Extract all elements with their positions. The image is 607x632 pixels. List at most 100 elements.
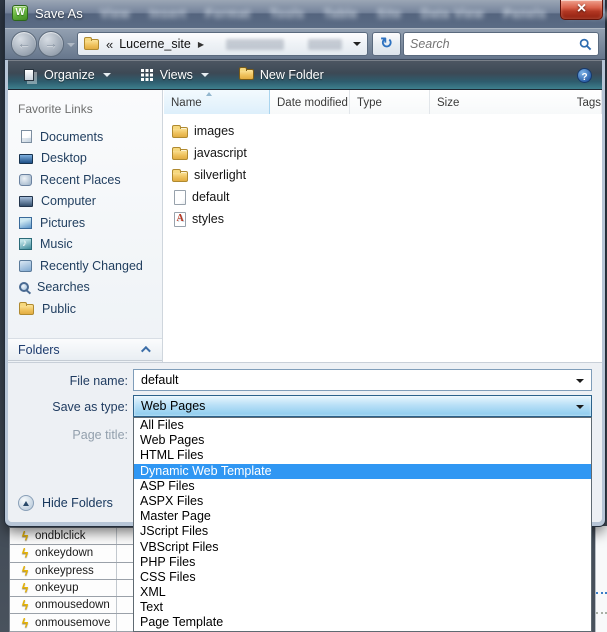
- address-dropdown-icon[interactable]: [353, 42, 361, 46]
- file-name-label: File name:: [8, 374, 128, 388]
- new-folder-button[interactable]: New Folder: [231, 63, 332, 87]
- favorite-link-label: Desktop: [41, 151, 87, 165]
- file-row[interactable]: default: [164, 186, 602, 208]
- event-property-label: onkeyup: [35, 582, 78, 594]
- favorite-link-icon: [19, 238, 32, 250]
- forward-button[interactable]: [38, 31, 64, 57]
- file-name: styles: [192, 212, 224, 226]
- file-type-option[interactable]: Web Pages: [134, 433, 591, 448]
- organize-icon: [24, 69, 34, 81]
- favorite-link-item[interactable]: Searches: [8, 277, 162, 299]
- chevron-down-icon[interactable]: [576, 379, 584, 383]
- favorite-link-label: Searches: [37, 280, 90, 294]
- event-property-row[interactable]: onmousedown: [10, 597, 135, 614]
- favorite-links-list: Documents Desktop Recent Places: [8, 126, 162, 320]
- event-property-label: onkeydown: [35, 547, 93, 559]
- file-type-option[interactable]: JScript Files: [134, 524, 591, 539]
- file-name-combobox[interactable]: default: [133, 369, 592, 391]
- favorite-link-icon: [19, 260, 32, 272]
- file-rows: images javascript silverlight: [164, 120, 602, 230]
- save-as-type-combobox[interactable]: Web Pages: [133, 395, 592, 417]
- file-type-option[interactable]: ASP Files: [134, 479, 591, 494]
- dotted-separator: [596, 592, 607, 594]
- file-row[interactable]: javascript: [164, 142, 602, 164]
- file-type-option[interactable]: Text: [134, 600, 591, 615]
- dotted-separator: [596, 612, 607, 614]
- file-name: silverlight: [194, 168, 246, 182]
- address-bar[interactable]: « Lucerne_site ▶: [77, 32, 368, 56]
- favorite-link-item[interactable]: Computer: [8, 191, 162, 213]
- background-panel-edge: [595, 526, 607, 632]
- favorite-link-item[interactable]: Recently Changed: [8, 255, 162, 277]
- breadcrumb-overflow-chevrons[interactable]: «: [106, 37, 113, 52]
- collapse-arrow-icon: [18, 495, 34, 511]
- organize-label: Organize: [44, 68, 95, 82]
- favorite-link-item[interactable]: Desktop: [8, 148, 162, 170]
- file-name: images: [194, 124, 234, 138]
- favorite-link-label: Computer: [41, 194, 96, 208]
- column-header[interactable]: Date modified: [270, 90, 350, 114]
- search-input[interactable]: [410, 37, 579, 51]
- refresh-button[interactable]: [372, 32, 401, 56]
- event-property-label: ondblclick: [35, 530, 86, 542]
- title-bar[interactable]: Save As View Insert Format Tools Table S…: [5, 0, 605, 28]
- column-header[interactable]: Size: [430, 90, 570, 114]
- event-property-row[interactable]: onkeydown: [10, 545, 135, 562]
- chevron-down-icon[interactable]: [576, 405, 584, 409]
- search-icon[interactable]: [579, 38, 592, 51]
- file-type-option[interactable]: Master Page: [134, 509, 591, 524]
- file-type-option[interactable]: Page Template: [134, 615, 591, 630]
- favorite-link-icon: [19, 304, 34, 315]
- file-type-option[interactable]: PHP Files: [134, 555, 591, 570]
- favorite-link-item[interactable]: Pictures: [8, 212, 162, 234]
- file-type-option[interactable]: XML: [134, 585, 591, 600]
- file-type-option[interactable]: CSS Files: [134, 570, 591, 585]
- favorite-link-icon: [19, 174, 32, 186]
- favorite-link-item[interactable]: Public: [8, 298, 162, 320]
- event-property-label: onmousedown: [35, 599, 110, 611]
- app-background: ondblclick onkeydown onkeypress onkeyup …: [0, 0, 607, 632]
- favorite-link-item[interactable]: Music: [8, 234, 162, 256]
- file-type-option[interactable]: HTML Files: [134, 448, 591, 463]
- folders-label: Folders: [18, 343, 60, 357]
- blurred-menu-item: Panels: [503, 7, 546, 21]
- file-row[interactable]: images: [164, 120, 602, 142]
- file-type-option[interactable]: Dynamic Web Template: [134, 464, 591, 479]
- views-label: Views: [160, 68, 193, 82]
- file-name: javascript: [194, 146, 247, 160]
- favorite-link-item[interactable]: Recent Places: [8, 169, 162, 191]
- blurred-menu-item: Format: [205, 7, 250, 21]
- breadcrumb-arrow-icon[interactable]: ▶: [198, 40, 204, 49]
- hide-folders-button[interactable]: Hide Folders: [18, 495, 113, 511]
- organize-button[interactable]: Organize: [16, 63, 119, 87]
- blurred-menu-item: Insert: [149, 7, 186, 21]
- favorite-link-icon: [21, 130, 32, 143]
- help-icon[interactable]: [577, 68, 592, 83]
- page-title-label: Page title:: [8, 428, 128, 442]
- favorite-link-icon: [19, 154, 33, 164]
- event-property-row[interactable]: onkeypress: [10, 563, 135, 580]
- event-property-row[interactable]: onkeyup: [10, 580, 135, 597]
- column-header[interactable]: Name: [164, 90, 270, 114]
- save-as-type-label: Save as type:: [8, 400, 128, 414]
- event-property-row[interactable]: onmousemove: [10, 614, 135, 631]
- favorite-link-item[interactable]: Documents: [8, 126, 162, 148]
- file-type-option[interactable]: ASPX Files: [134, 494, 591, 509]
- file-type-dropdown-list: All Files Web Pages HTML Files Dynamic W…: [133, 417, 592, 632]
- file-row[interactable]: styles: [164, 208, 602, 230]
- column-header[interactable]: Type: [350, 90, 430, 114]
- close-button[interactable]: [560, 0, 603, 20]
- save-as-type-value: Web Pages: [141, 399, 205, 413]
- search-box[interactable]: [403, 32, 599, 56]
- blurred-menu-item: Site: [377, 7, 402, 21]
- recent-pages-caret-icon[interactable]: [67, 43, 75, 47]
- file-row[interactable]: silverlight: [164, 164, 602, 186]
- column-header[interactable]: Tags: [570, 90, 602, 114]
- folders-expander[interactable]: Folders: [8, 338, 162, 361]
- back-button[interactable]: [11, 31, 37, 57]
- breadcrumb-location[interactable]: Lucerne_site: [119, 37, 191, 51]
- event-property-row[interactable]: ondblclick: [10, 528, 135, 545]
- views-button[interactable]: Views: [131, 63, 217, 87]
- file-type-option[interactable]: VBScript Files: [134, 540, 591, 555]
- file-type-option[interactable]: All Files: [134, 418, 591, 433]
